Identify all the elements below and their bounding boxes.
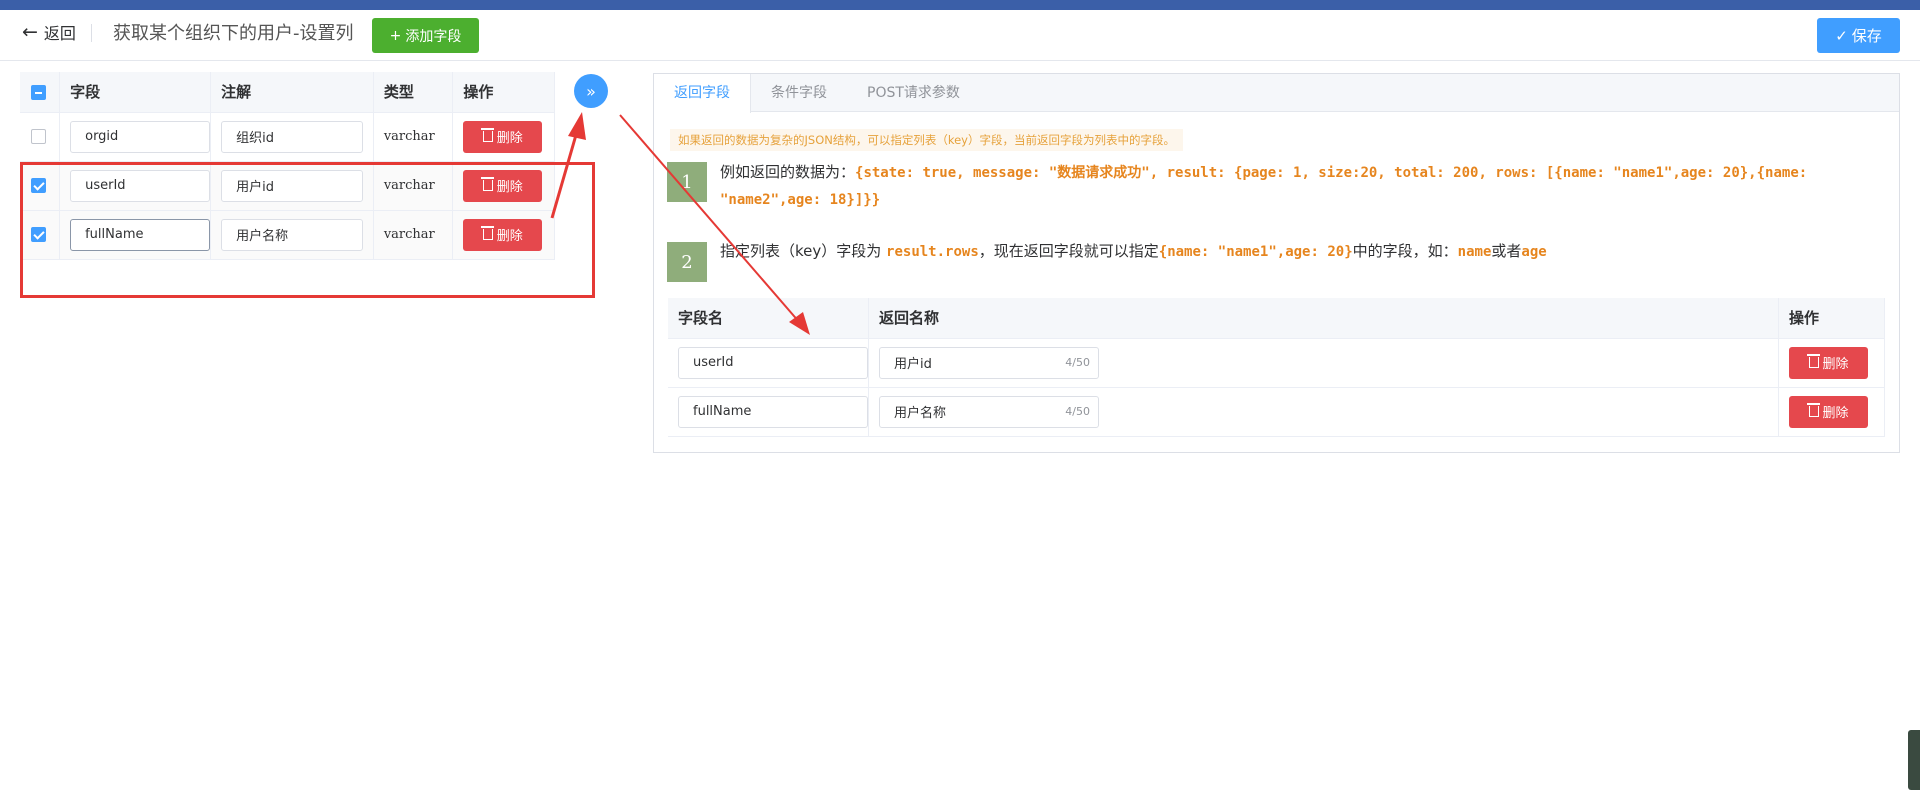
table-row: fullName 用户名称 4/50 删除 bbox=[668, 387, 1885, 437]
column-header-field: 字段 bbox=[59, 72, 212, 113]
return-fields-table: 字段名 返回名称 操作 userId 用户id 4/50 删除 fullName … bbox=[668, 298, 1885, 437]
column-header-return-name: 返回名称 bbox=[868, 298, 1780, 339]
char-count: 4/50 bbox=[1065, 405, 1090, 418]
field-input[interactable]: orgid bbox=[70, 120, 211, 153]
type-cell: varchar bbox=[373, 112, 454, 162]
return-name-input[interactable]: 用户名称 4/50 bbox=[879, 395, 1099, 428]
floating-widget[interactable] bbox=[1908, 730, 1920, 790]
tab-condition-fields[interactable]: 条件字段 bbox=[751, 74, 847, 111]
return-table-header: 字段名 返回名称 操作 bbox=[668, 298, 1885, 339]
step-number-1: 1 bbox=[667, 162, 707, 202]
step-2-text-part: 或者 bbox=[1491, 242, 1522, 260]
divider bbox=[91, 24, 92, 42]
return-name-input[interactable]: 用户id 4/50 bbox=[879, 346, 1099, 379]
return-name-value: 用户名称 bbox=[894, 406, 947, 421]
column-header-note: 注解 bbox=[210, 72, 374, 113]
trash-icon bbox=[1806, 354, 1820, 368]
save-button[interactable]: ✓ 保存 bbox=[1817, 18, 1900, 53]
arrow-left-icon: ← bbox=[22, 20, 38, 43]
page-header: ← 返回 获取某个组织下的用户-设置列 + 添加字段 ✓ 保存 bbox=[0, 10, 1920, 61]
step-2-code: name bbox=[1457, 244, 1492, 260]
step-1-code: {state: true, message: "数据请求成功", result:… bbox=[720, 165, 1808, 208]
column-header-field-name: 字段名 bbox=[668, 298, 869, 339]
field-table-header: 字段 注解 类型 操作 bbox=[20, 72, 555, 113]
check-icon: ✓ bbox=[1835, 26, 1848, 45]
note-input[interactable]: 组织id bbox=[221, 120, 364, 153]
double-chevron-right-icon: » bbox=[586, 81, 596, 101]
delete-button[interactable]: 删除 bbox=[463, 120, 543, 153]
annotation-box bbox=[20, 162, 595, 298]
delete-label: 删除 bbox=[1822, 357, 1849, 372]
delete-button[interactable]: 删除 bbox=[1789, 395, 1869, 428]
step-2-text-part: 中的字段，如： bbox=[1352, 242, 1458, 260]
step-2-code: age bbox=[1521, 244, 1547, 260]
tab-return-fields[interactable]: 返回字段 bbox=[654, 74, 751, 113]
table-row: userId 用户id 4/50 删除 bbox=[668, 338, 1885, 388]
step-2-text: 指定列表（key）字段为 result.rows，现在返回字段就可以指定{nam… bbox=[720, 238, 1885, 265]
step-1-prefix: 例如返回的数据为： bbox=[720, 163, 856, 181]
return-fields-panel: 返回字段 条件字段 POST请求参数 如果返回的数据为复杂的JSON结构，可以指… bbox=[653, 73, 1900, 453]
return-name-value: 用户id bbox=[894, 357, 932, 372]
step-2-code: result.rows bbox=[886, 244, 979, 260]
step-1-text: 例如返回的数据为：{state: true, message: "数据请求成功"… bbox=[720, 159, 1885, 213]
back-button[interactable]: ← 返回 bbox=[22, 20, 76, 44]
trash-icon bbox=[480, 128, 494, 142]
step-2-code: {name: "name1",age: 20} bbox=[1158, 244, 1353, 260]
delete-button[interactable]: 删除 bbox=[1789, 346, 1869, 379]
column-header-action: 操作 bbox=[452, 72, 555, 113]
column-header-action: 操作 bbox=[1778, 298, 1885, 339]
save-label: 保存 bbox=[1851, 27, 1882, 45]
field-name-input[interactable]: userId bbox=[678, 346, 868, 379]
row-checkbox[interactable] bbox=[31, 129, 46, 144]
field-name-input[interactable]: fullName bbox=[678, 395, 868, 428]
browser-top-strip bbox=[0, 0, 1920, 10]
add-field-button[interactable]: + 添加字段 bbox=[372, 18, 479, 53]
transfer-button[interactable]: » bbox=[574, 74, 608, 108]
back-label: 返回 bbox=[43, 24, 76, 43]
add-field-label: 添加字段 bbox=[405, 28, 462, 45]
select-all-checkbox[interactable] bbox=[31, 84, 46, 100]
plus-icon: + bbox=[389, 27, 402, 44]
column-header-type: 类型 bbox=[373, 72, 454, 113]
step-2-text-part: ，现在返回字段就可以指定 bbox=[978, 242, 1159, 260]
delete-label: 删除 bbox=[1822, 406, 1849, 421]
delete-label: 删除 bbox=[496, 131, 523, 146]
info-notice: 如果返回的数据为复杂的JSON结构，可以指定列表（key）字段，当前返回字段为列… bbox=[670, 129, 1183, 151]
annotation-arrowhead bbox=[568, 112, 586, 140]
step-2-text-part: 指定列表（key）字段为 bbox=[720, 242, 887, 260]
tab-bar: 返回字段 条件字段 POST请求参数 bbox=[654, 74, 1899, 113]
page-title: 获取某个组织下的用户-设置列 bbox=[113, 23, 354, 44]
trash-icon bbox=[1806, 403, 1820, 417]
step-number-2: 2 bbox=[667, 242, 707, 282]
char-count: 4/50 bbox=[1065, 356, 1090, 369]
tab-post-params[interactable]: POST请求参数 bbox=[847, 74, 980, 111]
table-row: orgid 组织id varchar 删除 bbox=[20, 112, 555, 162]
